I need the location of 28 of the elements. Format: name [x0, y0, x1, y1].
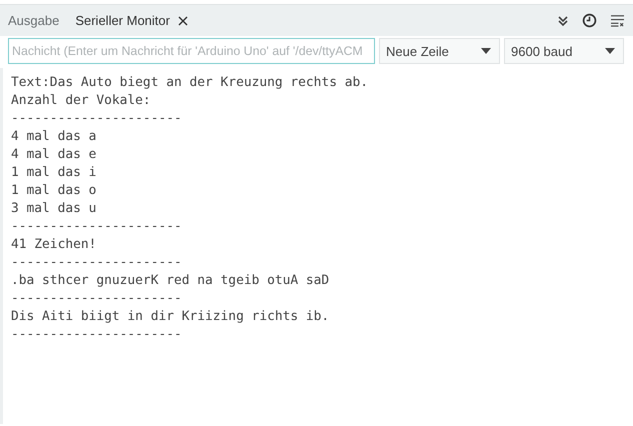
output-line: 1 mal das o [11, 182, 96, 200]
dropdown-value: 9600 baud [511, 44, 572, 58]
output-line: ---------------------- [11, 290, 182, 308]
dropdown-value: Neue Zeile [386, 44, 449, 58]
output-line: .ba sthcer gnuzuerK red na tgeib otuA saD [11, 272, 330, 290]
clock-icon[interactable] [582, 13, 597, 28]
output-line: 41 Zeichen! [11, 236, 96, 254]
output-line: Anzahl der Vokale: [11, 92, 151, 110]
caret-icon [605, 48, 615, 54]
caret-icon [481, 48, 491, 54]
clear-list-icon[interactable] [610, 14, 625, 27]
double-chevron-icon[interactable] [557, 14, 569, 26]
output-line: ---------------------- [11, 326, 182, 344]
output-line: Text:Das Auto biegt an der Kreuzung rechts ab. [11, 74, 368, 92]
output-line: ---------------------- [11, 110, 182, 128]
output-line: Dis Aiti biigt in dir Kriizing richts ib. [11, 308, 330, 326]
output-line: 3 mal das u [11, 200, 96, 218]
baud-rate-dropdown[interactable]: 9600 baud [504, 38, 624, 64]
line-ending-dropdown[interactable]: Neue Zeile [379, 38, 500, 64]
output-line: 1 mal das i [11, 164, 96, 182]
output-line: ---------------------- [11, 218, 182, 236]
tab[interactable]: Ausgabe [0, 5, 68, 36]
output-line: 4 mal das e [11, 146, 96, 164]
close-icon[interactable] [178, 16, 188, 26]
output-line: ---------------------- [11, 254, 182, 272]
message-field[interactable]: Nachicht (Enter um Nachricht für 'Arduino Uno' auf '/dev/ttyACM [8, 38, 375, 64]
tab[interactable]: Serieller Monitor [67, 5, 196, 36]
output-line: 4 mal das a [11, 128, 96, 146]
